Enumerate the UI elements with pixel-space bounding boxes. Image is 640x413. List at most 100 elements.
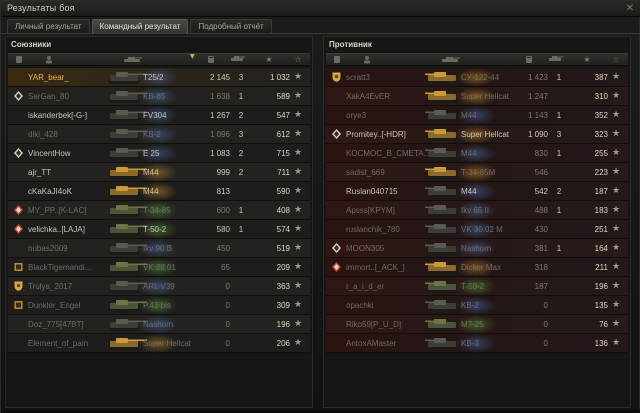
xp-value: 711	[277, 168, 290, 177]
enemy-row[interactable]: ruslanchik_780 VK 30.02 M 430 251 ★	[326, 220, 628, 239]
tank-icon	[106, 107, 148, 124]
vehicle-icon[interactable]	[439, 55, 463, 65]
tank-icon	[424, 240, 466, 257]
window-bottom-border	[1, 409, 640, 413]
tab-team-result[interactable]: Командный результат	[91, 19, 189, 33]
xp-value: 590	[276, 187, 290, 196]
ally-row[interactable]: Doz_775[47BT] Nashorn 0 196 ★	[8, 315, 310, 334]
enemies-panel: Противник ★ ☆ scratt3 СУ-122-44 1 423 1 387 ★…	[323, 36, 631, 408]
xp-icon[interactable]: ★	[263, 55, 275, 65]
xp-value: 309	[276, 301, 290, 310]
damage-value: 580	[216, 225, 230, 234]
enemy-row[interactable]: r_a_i_d_er T-50-2 187 196 ★	[326, 277, 628, 296]
user-icon[interactable]	[44, 55, 54, 65]
enemy-row[interactable]: XakA4EvER Super Hellcat 1 247 310 ★	[326, 87, 628, 106]
enemy-row[interactable]: Riko59[P_U_D] MT-25 0 76 ★	[326, 315, 628, 334]
damage-value: 0	[225, 301, 230, 310]
rank-badge-icon	[332, 262, 341, 272]
kills-value: 1	[238, 92, 244, 101]
tank-icon	[424, 335, 466, 352]
xp-value: 211	[595, 263, 608, 272]
user-icon[interactable]	[362, 55, 372, 65]
rank-badge-icon	[14, 224, 23, 234]
ally-row[interactable]: MY_PP..[K-LAC] T-34-85 600 1 408 ★	[8, 201, 310, 220]
damage-value: 488	[534, 206, 548, 215]
star-icon: ★	[293, 281, 303, 291]
star-icon: ★	[611, 72, 621, 82]
xp-value: 135	[594, 301, 608, 310]
vehicle-icon[interactable]	[121, 55, 145, 65]
empty-badge	[14, 72, 23, 82]
star-icon: ★	[611, 205, 621, 215]
close-icon[interactable]: ✕	[624, 3, 636, 14]
tab-personal-result[interactable]: Личный результат	[7, 19, 90, 33]
kills-icon[interactable]	[228, 55, 248, 65]
star-icon: ★	[611, 338, 621, 348]
enemy-row[interactable]: KOCMOC_B_CMETA.. M44 830 1 255 ★	[326, 144, 628, 163]
ally-row[interactable]: Element_of_pain Super Hellcat 0 206 ★	[8, 334, 310, 353]
enemy-row[interactable]: opachki KB-2 0 135 ★	[326, 296, 628, 315]
ally-row[interactable]: SerGan_80 KB-85 1 638 1 589 ★	[8, 87, 310, 106]
ally-row[interactable]: nubas2009 Ikv 90 B 450 519 ★	[8, 239, 310, 258]
enemy-row[interactable]: Apsss[KPYM] Ikv 65 II 488 1 183 ★	[326, 201, 628, 220]
ally-row[interactable]: ajr_TT M44 999 2 711 ★	[8, 163, 310, 182]
enemy-row[interactable]: MOON305 Nashorn 381 1 164 ★	[326, 239, 628, 258]
enemies-title: Противник	[329, 40, 372, 49]
ally-row[interactable]: Trulya_2017 ARL V39 0 363 ★	[8, 277, 310, 296]
star-icon: ★	[293, 319, 303, 329]
tank-icon	[424, 259, 466, 276]
damage-value: 1 083	[209, 149, 230, 158]
empty-badge	[332, 148, 341, 158]
tank-icon	[424, 221, 466, 238]
clan-badge-icon	[332, 129, 341, 139]
ally-row[interactable]: cKaKaJI4oK M44 813 590 ★	[8, 182, 310, 201]
player-icon[interactable]	[14, 55, 24, 65]
enemy-row[interactable]: immort..[_ACK_] Dicker Max 318 211 ★	[326, 258, 628, 277]
damage-icon[interactable]	[522, 55, 536, 65]
empty-badge	[332, 281, 341, 291]
enemy-row[interactable]: orye3 M44 1 143 1 352 ★	[326, 106, 628, 125]
enemy-row[interactable]: scratt3 СУ-122-44 1 423 1 387 ★	[326, 68, 628, 87]
player-icon[interactable]	[332, 55, 342, 65]
xp-value: 310	[594, 92, 608, 101]
xp-value: 136	[594, 339, 608, 348]
ally-row[interactable]: velichka..[LAJA] T-50-2 580 1 574 ★	[8, 220, 310, 239]
damage-icon[interactable]	[204, 55, 218, 65]
tab-detailed-report[interactable]: Подробный отчёт	[190, 19, 272, 33]
damage-value: 450	[216, 244, 230, 253]
ally-row[interactable]: diki_428 KB-2 1 096 3 612 ★	[8, 125, 310, 144]
ally-row[interactable]: Dunkler_Engel P.43 bis 0 309 ★	[8, 296, 310, 315]
tank-icon	[106, 259, 148, 276]
enemy-row[interactable]: sadist_669 T-34-85M 546 223 ★	[326, 163, 628, 182]
xp-icon[interactable]: ★	[581, 55, 593, 65]
damage-value: 1 423	[527, 73, 548, 82]
star-icon: ★	[293, 300, 303, 310]
tank-icon	[106, 335, 148, 352]
empty-badge	[14, 186, 23, 196]
ally-row[interactable]: YAR_bear_ T25/2 2 145 3 1 032 ★	[8, 68, 310, 87]
battle-results-window: Результаты боя ✕ Личный результат Команд…	[0, 0, 640, 413]
damage-value: 830	[534, 149, 548, 158]
enemy-row[interactable]: AntoxAMaster KB-3 0 136 ★	[326, 334, 628, 353]
star-icon[interactable]: ☆	[610, 55, 622, 65]
ally-row[interactable]: iskanderbek[-G-] FV304 1 267 2 547 ★	[8, 106, 310, 125]
empty-badge	[332, 224, 341, 234]
damage-value: 0	[543, 301, 548, 310]
tank-icon	[424, 145, 466, 162]
tank-icon	[424, 164, 466, 181]
ally-row[interactable]: BlackTigemandi... VK 28.01 65 209 ★	[8, 258, 310, 277]
star-icon[interactable]: ☆	[292, 55, 304, 65]
empty-badge	[332, 319, 341, 329]
kills-value: 2	[238, 149, 244, 158]
kills-icon[interactable]	[546, 55, 566, 65]
clan-badge-icon	[14, 91, 23, 101]
xp-value: 206	[276, 339, 290, 348]
kills-value: 3	[238, 73, 244, 82]
ally-row[interactable]: VincentHow E 25 1 083 2 715 ★	[8, 144, 310, 163]
enemy-row[interactable]: Ruslan040715 M44 542 2 187 ★	[326, 182, 628, 201]
empty-badge	[332, 338, 341, 348]
star-icon: ★	[611, 224, 621, 234]
enemy-row[interactable]: Promitey..[-HDR] Super Hellcat 1 090 3 323 ★	[326, 125, 628, 144]
empty-badge	[14, 129, 23, 139]
clan2-badge-icon	[14, 300, 23, 310]
